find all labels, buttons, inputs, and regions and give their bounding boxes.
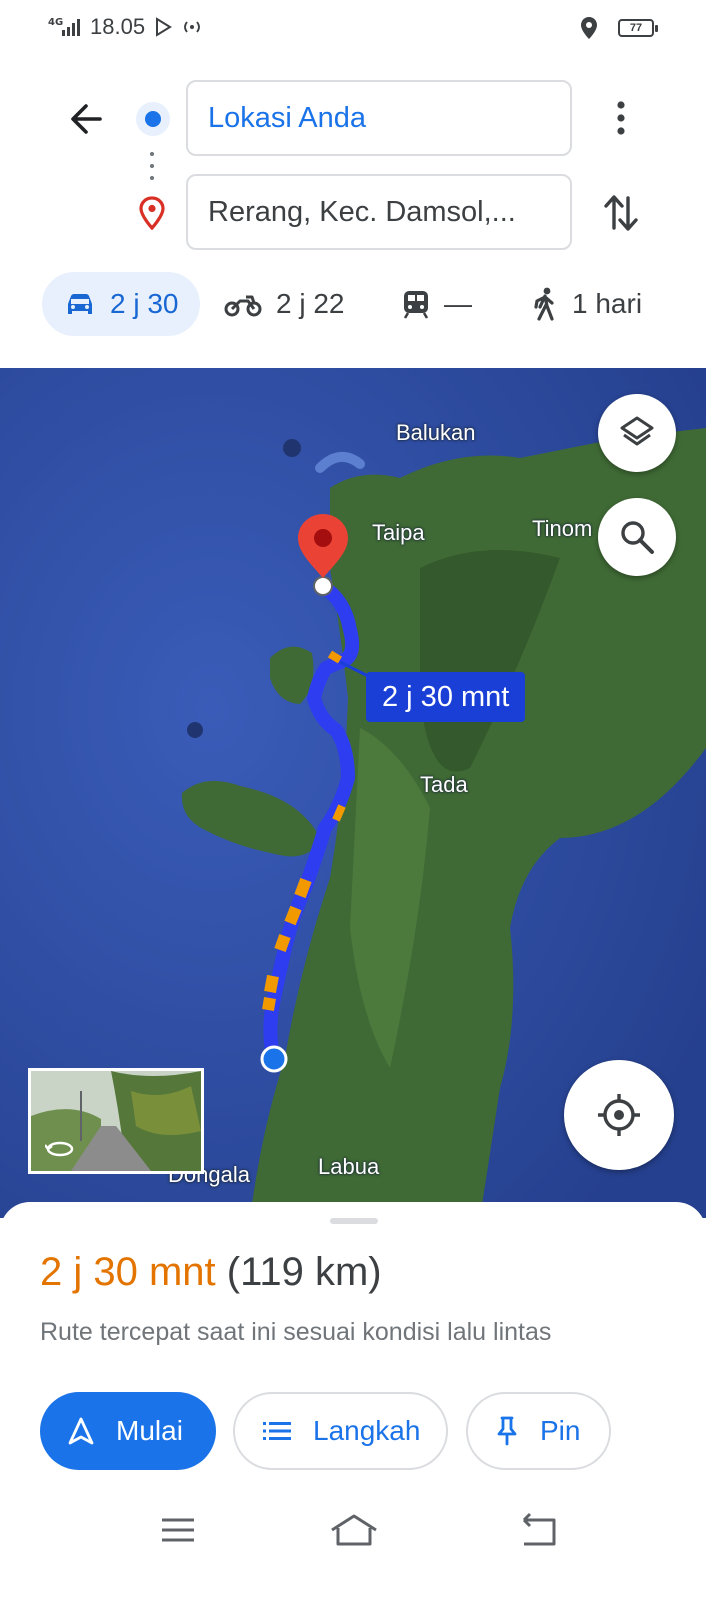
status-bar: 4G 18.05 77 (0, 0, 720, 56)
route-duration-chip[interactable]: 2 j 30 mnt (366, 672, 526, 722)
start-button[interactable]: Mulai (40, 1392, 216, 1470)
motorcycle-icon (224, 295, 262, 317)
hotspot-icon (184, 21, 200, 33)
route-connector (150, 152, 154, 182)
status-time: 18.05 (90, 14, 146, 39)
swap-icon[interactable] (598, 190, 644, 236)
origin-marker-icon (260, 1045, 288, 1073)
home-icon[interactable] (324, 1508, 384, 1552)
signal-icon: 4G (48, 17, 80, 36)
mode-transit-label: — (444, 288, 472, 319)
layers-button[interactable] (598, 394, 676, 472)
mode-transit-tab[interactable]: — (402, 272, 472, 336)
mode-walk-label: 1 hari (572, 288, 643, 319)
steps-button-label: Langkah (313, 1415, 421, 1446)
navigation-arrow-icon (68, 1417, 94, 1445)
route-summary-sheet: 2 j 30 mnt (119 km) Rute tercepat saat i… (0, 1202, 706, 1502)
system-nav-bar (0, 1500, 720, 1600)
train-icon (403, 291, 429, 319)
walk-icon (534, 287, 554, 321)
route-duration: 2 j 30 mnt (40, 1250, 216, 1294)
pin-icon (497, 1416, 517, 1446)
360-icon (45, 1141, 74, 1157)
destination-marker-icon[interactable] (298, 514, 348, 596)
origin-input[interactable]: Lokasi Anda (186, 80, 572, 156)
mode-car-tab[interactable]: 2 j 30 (42, 272, 200, 336)
search-icon (621, 521, 654, 554)
pin-button[interactable]: Pin (466, 1392, 611, 1470)
car-icon (68, 294, 92, 314)
back-arrow-icon[interactable] (64, 96, 110, 142)
map-view[interactable]: Balukan Taipa Tinom Tada Dongala Labua 2… (0, 368, 706, 1218)
mode-motorcycle-label: 2 j 22 (276, 288, 345, 319)
route-distance: (119 km) (226, 1250, 382, 1294)
steps-button[interactable]: Langkah (233, 1392, 448, 1470)
street-view-thumbnail[interactable] (28, 1068, 204, 1174)
menu-icon[interactable] (148, 1508, 208, 1552)
destination-pin-icon (139, 196, 165, 230)
list-icon (263, 1422, 291, 1440)
my-location-button[interactable] (564, 1060, 674, 1170)
mode-car-label: 2 j 30 (110, 288, 179, 319)
svg-text:4G: 4G (48, 17, 63, 28)
travel-modes: 2 j 30 2 j 22 — 1 hari (0, 272, 720, 340)
mode-motorcycle-tab[interactable]: 2 j 22 (224, 272, 345, 336)
route-summary: 2 j 30 mnt (119 km) (40, 1250, 382, 1295)
search-along-route-button[interactable] (598, 498, 676, 576)
destination-input[interactable]: Rerang, Kec. Damsol,... (186, 174, 572, 250)
sheet-drag-handle[interactable] (330, 1218, 378, 1224)
route-description: Rute tercepat saat ini sesuai kondisi la… (40, 1318, 552, 1346)
layers-icon (620, 416, 654, 446)
more-vert-icon[interactable] (604, 98, 638, 138)
start-button-label: Mulai (116, 1415, 183, 1446)
location-icon (581, 17, 597, 39)
mode-walk-tab[interactable]: 1 hari (532, 272, 642, 336)
play-store-icon (156, 17, 172, 37)
origin-dot-icon (136, 102, 170, 136)
pin-button-label: Pin (540, 1415, 581, 1446)
battery-icon: 77 (618, 19, 658, 37)
my-location-icon (598, 1094, 640, 1136)
back-icon[interactable] (508, 1508, 568, 1552)
